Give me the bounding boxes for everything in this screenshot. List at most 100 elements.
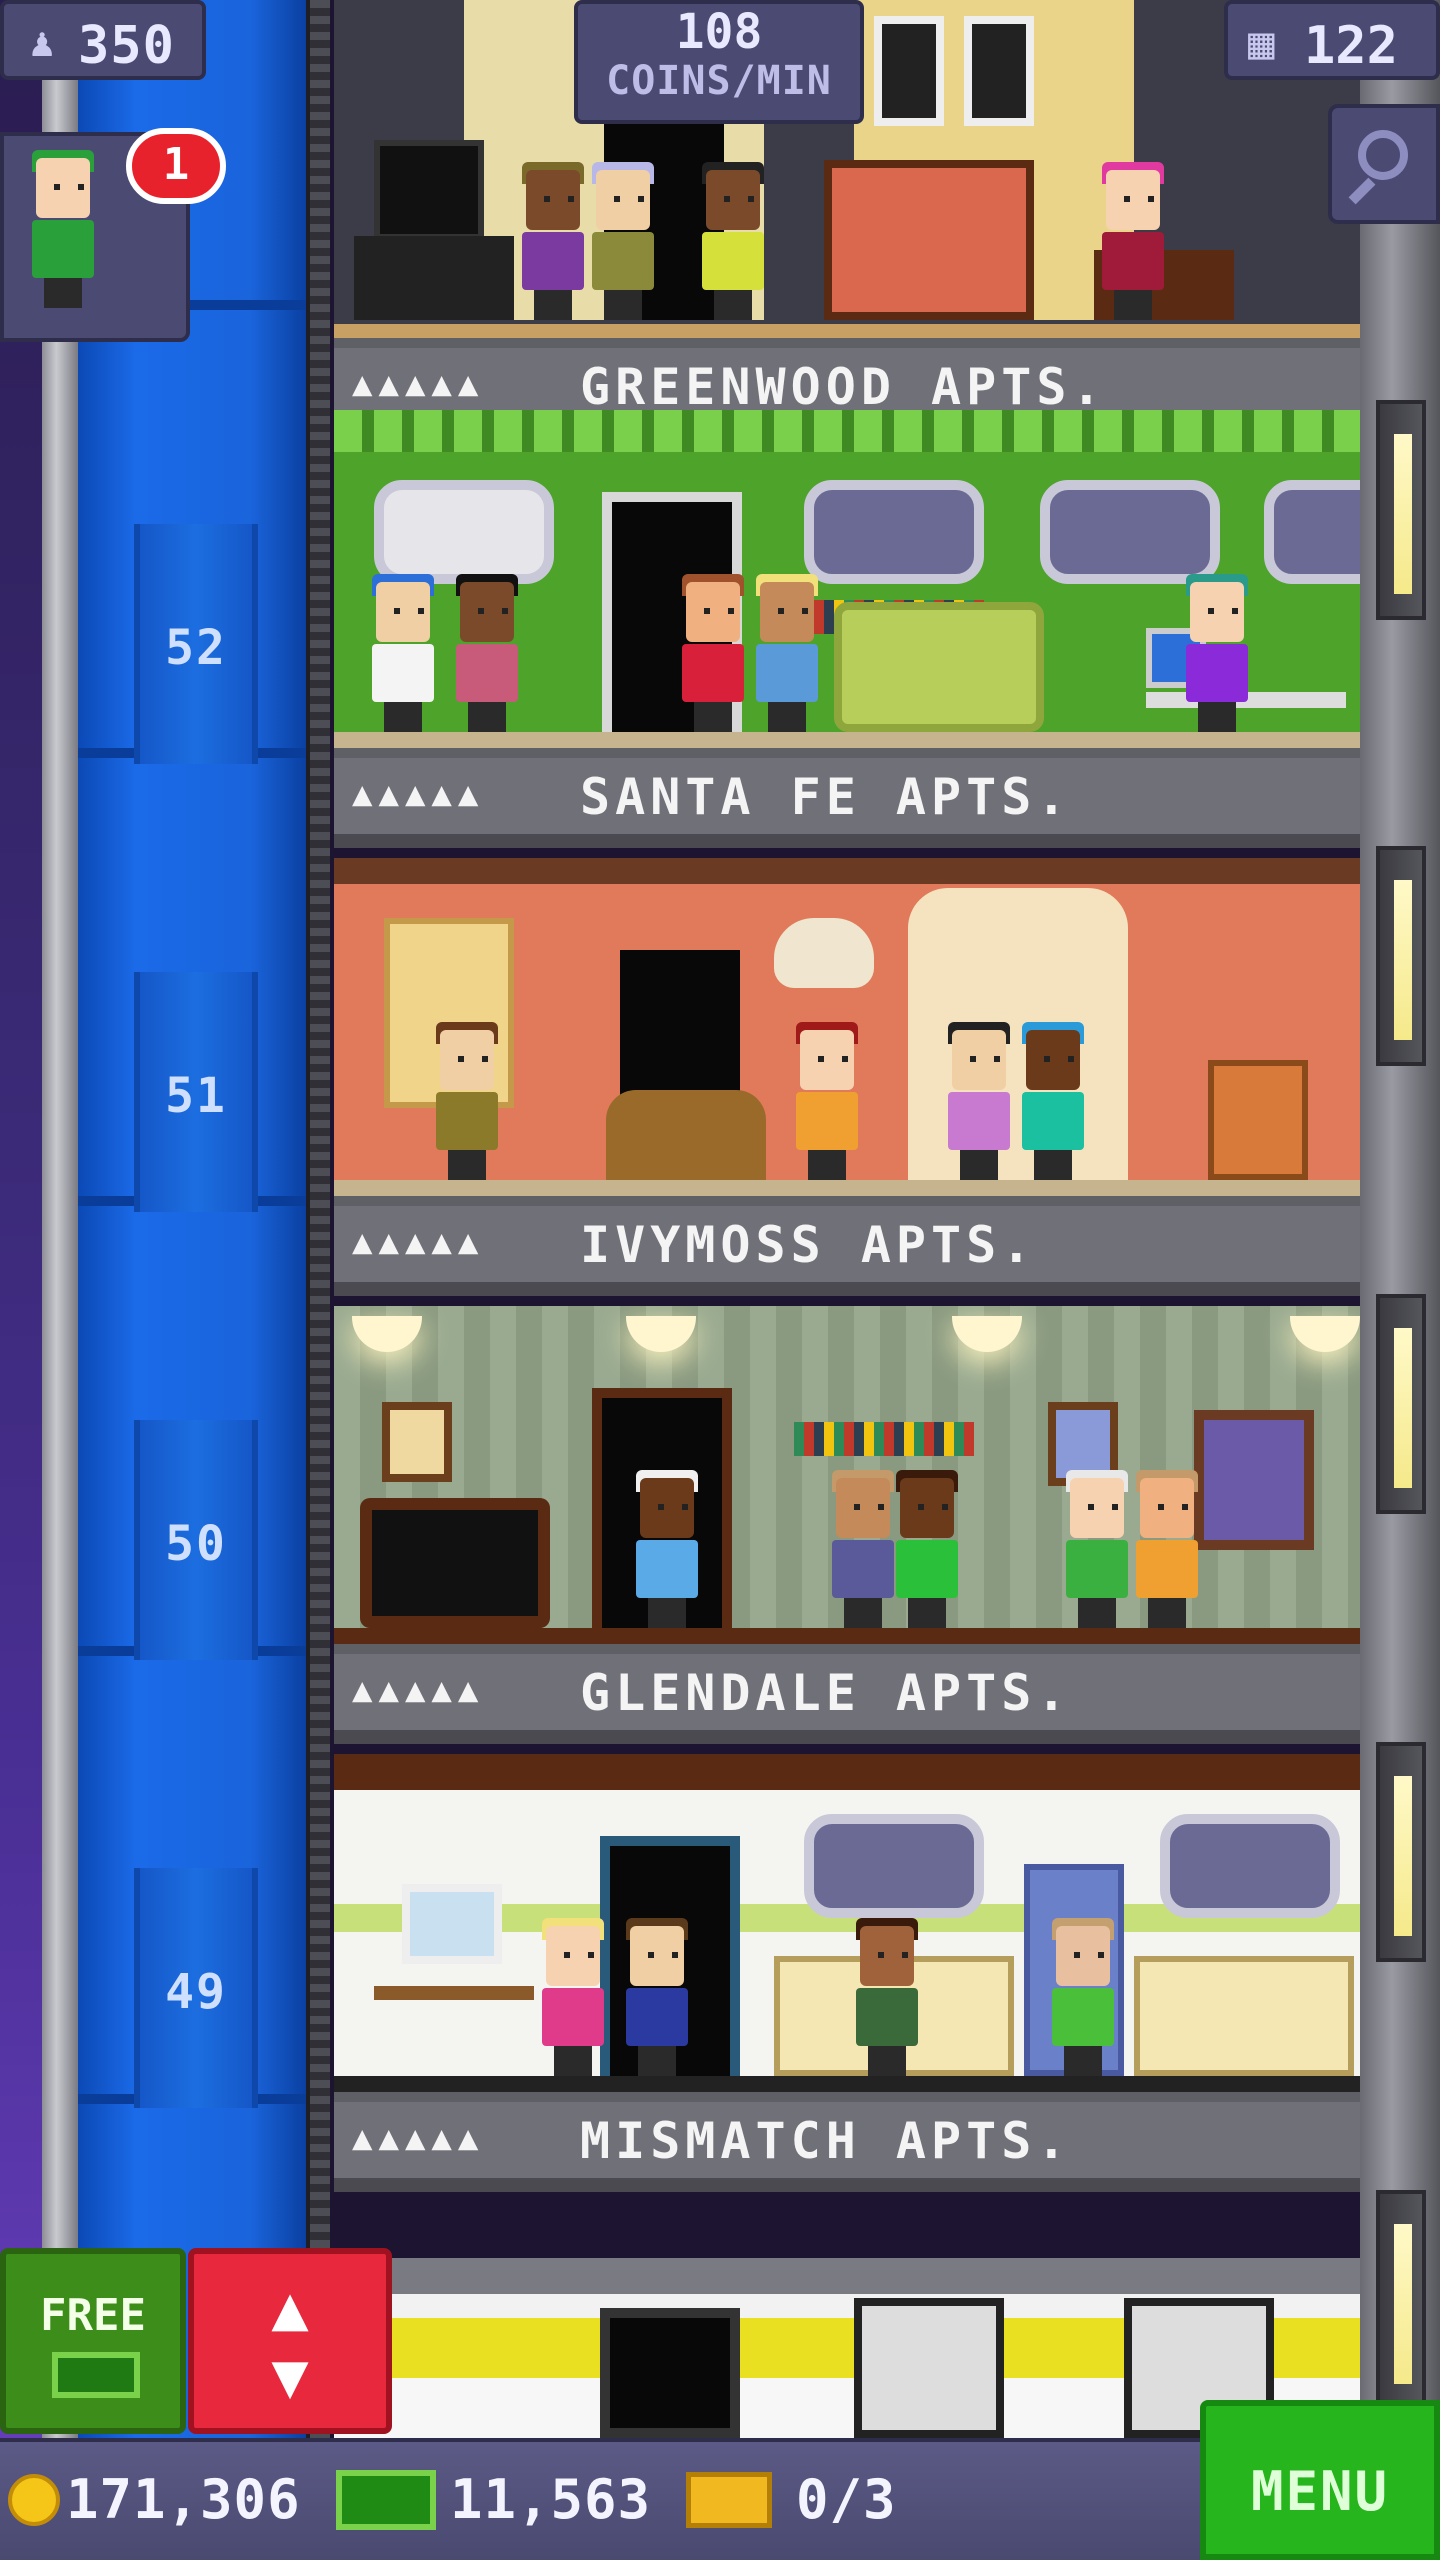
room-window xyxy=(804,1814,984,1918)
menu-button[interactable]: MENU xyxy=(1200,2400,1440,2560)
occupancy-indicator: ▲▲▲▲▲ xyxy=(352,1670,485,1710)
ceiling-lamp xyxy=(1290,1316,1360,1352)
shaft-track xyxy=(306,0,330,2560)
magnifier-icon xyxy=(1358,130,1408,180)
tenant[interactable] xyxy=(946,1022,1012,1180)
tenant[interactable] xyxy=(1050,1918,1116,2076)
visitor-avatar xyxy=(30,150,96,308)
floor-mismatch[interactable]: ▲▲▲▲▲ MISMATCH APTS. xyxy=(334,1754,1360,2192)
tenant[interactable] xyxy=(1064,1470,1130,1628)
floor-name: GLENDALE APTS. xyxy=(580,1664,1072,1722)
room-window xyxy=(1160,1814,1340,1918)
ceiling-lamp xyxy=(352,1316,422,1352)
tenant[interactable] xyxy=(454,574,520,732)
camel-statue xyxy=(606,1090,766,1180)
menu-label: MENU xyxy=(1250,2460,1390,2523)
outer-window xyxy=(1376,2190,1426,2410)
free-bux-button[interactable]: FREE xyxy=(0,2248,186,2434)
outer-window xyxy=(1376,1742,1426,1962)
ceiling-lamp xyxy=(626,1316,696,1352)
room-window xyxy=(1194,1410,1314,1550)
floor-room[interactable] xyxy=(334,410,1360,748)
room-window xyxy=(804,480,984,584)
tenant[interactable] xyxy=(434,1022,500,1180)
outer-window xyxy=(1376,400,1426,620)
floor-name: IVYMOSS APTS. xyxy=(580,1216,1037,1274)
shaft-floor-marker: 50 xyxy=(134,1420,258,1660)
search-button[interactable] xyxy=(1328,104,1440,224)
tenant[interactable] xyxy=(1020,1022,1086,1180)
tower-bux-icon xyxy=(52,2352,140,2398)
coin-icon xyxy=(8,2474,60,2526)
tenant[interactable] xyxy=(1134,1470,1200,1628)
tenant[interactable] xyxy=(1184,574,1250,732)
tenant[interactable] xyxy=(794,1022,860,1180)
floor-sign: ▲▲▲▲▲ GLENDALE APTS. xyxy=(334,1644,1360,1744)
room-floor xyxy=(334,2076,1360,2092)
elevator-rail xyxy=(42,0,78,2560)
room-floor xyxy=(334,1628,1360,1644)
building-outer-wall xyxy=(1360,0,1440,2560)
tenant[interactable] xyxy=(894,1470,960,1628)
tenant[interactable] xyxy=(634,1470,700,1628)
elevator-arrows-icon: ▲ ▼ xyxy=(271,2271,309,2412)
shaft-floor-marker: 51 xyxy=(134,972,258,1212)
ceiling-beam xyxy=(334,1754,1360,1790)
occupancy-indicator: ▲▲▲▲▲ xyxy=(352,1222,485,1262)
dining-table xyxy=(374,1986,534,2076)
tenant[interactable] xyxy=(370,574,436,732)
coins-per-minute-value: 108 xyxy=(675,4,763,60)
shaft-floor-marker: 52 xyxy=(134,524,258,764)
outer-window xyxy=(1376,1294,1426,1514)
room-window xyxy=(1040,480,1220,584)
floor-name: SANTA FE APTS. xyxy=(580,768,1072,826)
tenant[interactable] xyxy=(540,1918,606,2076)
room-window xyxy=(1264,480,1360,584)
floor-santa-fe[interactable]: ▲▲▲▲▲ SANTA FE APTS. xyxy=(334,410,1360,848)
floor-name: GREENWOOD APTS. xyxy=(580,358,1107,416)
shaft-floor-marker: 49 xyxy=(134,1868,258,2108)
room-window xyxy=(854,2298,1004,2438)
occupancy-indicator: ▲▲▲▲▲ xyxy=(352,2118,485,2158)
room-door xyxy=(600,2308,740,2438)
floor-count-value: 122 xyxy=(1304,16,1398,76)
shaft-floor-number: 49 xyxy=(165,1964,227,2020)
ceiling-beam xyxy=(334,858,1360,884)
floor-room[interactable] xyxy=(334,1754,1360,2092)
tenant[interactable] xyxy=(854,1918,920,2076)
wall-picture xyxy=(382,1402,452,1482)
floor-glendale[interactable]: ▲▲▲▲▲ GLENDALE APTS. xyxy=(334,1306,1360,1744)
coins-per-minute-label: COINS/MIN xyxy=(606,58,832,104)
tenant[interactable] xyxy=(624,1918,690,2076)
floor-name: MISMATCH APTS. xyxy=(580,2112,1072,2170)
wall-picture xyxy=(402,1884,502,1964)
population-value: 350 xyxy=(78,16,175,76)
floor-room[interactable] xyxy=(334,858,1360,1196)
magnifier-handle xyxy=(1348,177,1376,205)
shaft-floor-number: 50 xyxy=(165,1516,227,1572)
population-counter[interactable]: ♟ 350 xyxy=(0,0,206,80)
shaft-floor-number: 52 xyxy=(165,620,227,676)
floor-ivymoss[interactable]: ▲▲▲▲▲ IVYMOSS APTS. xyxy=(334,858,1360,1296)
coins-per-minute-display: 108 COINS/MIN xyxy=(574,0,864,124)
tower-bux-icon xyxy=(336,2470,436,2530)
tenant[interactable] xyxy=(754,574,820,732)
person-icon: ♟ xyxy=(30,20,55,66)
elevator-button[interactable]: ▲ ▼ xyxy=(188,2248,392,2434)
room-floor xyxy=(334,732,1360,748)
notification-badge: 1 xyxy=(126,128,226,204)
bookshelf xyxy=(794,1422,974,1456)
ceiling-lamp xyxy=(952,1316,1022,1352)
tenant[interactable] xyxy=(680,574,746,732)
floor-room[interactable] xyxy=(334,1306,1360,1644)
night-sky-background xyxy=(0,0,42,2560)
occupancy-indicator: ▲▲▲▲▲ xyxy=(352,774,485,814)
golden-ticket-icon xyxy=(686,2472,772,2528)
tenant[interactable] xyxy=(830,1470,896,1628)
tickets-value: 0/3 xyxy=(796,2468,897,2531)
floor-sign: ▲▲▲▲▲ MISMATCH APTS. xyxy=(334,2092,1360,2192)
floor-counter[interactable]: ▦ 122 xyxy=(1224,0,1440,80)
elevator-shaft[interactable] xyxy=(78,0,308,2560)
outer-window xyxy=(1376,846,1426,1066)
shaft-floor-number: 51 xyxy=(165,1068,227,1124)
